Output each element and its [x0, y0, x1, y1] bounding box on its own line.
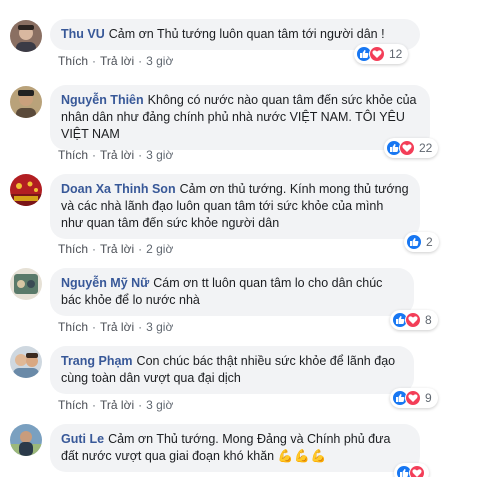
love-reaction-icon: [399, 140, 415, 156]
comment-author[interactable]: Trang Phạm: [61, 354, 133, 368]
comment-actions: Thích · Trả lời · 3 giờ: [58, 398, 174, 412]
like-link[interactable]: Thích: [58, 148, 88, 162]
reply-link[interactable]: Trả lời: [100, 320, 134, 334]
comment-timestamp[interactable]: 3 giờ: [146, 398, 173, 412]
reaction-summary[interactable]: 2: [404, 232, 439, 252]
avatar[interactable]: [10, 346, 42, 378]
comment-author[interactable]: Thu VU: [61, 27, 105, 41]
comment-author[interactable]: Nguyễn Mỹ Nữ: [61, 276, 149, 290]
flexed-biceps-emoji: 💪💪💪: [277, 449, 328, 463]
comment-bubble: Trang Phạm Con chúc bác thật nhiều sức kh…: [50, 346, 414, 394]
love-reaction-icon: [409, 465, 425, 477]
comment-actions: Thích · Trả lời · 3 giờ: [58, 54, 174, 68]
reply-link[interactable]: Trả lời: [100, 398, 134, 412]
avatar[interactable]: [10, 424, 42, 456]
like-link[interactable]: Thích: [58, 54, 88, 68]
like-link[interactable]: Thích: [58, 242, 88, 256]
comment-timestamp[interactable]: 2 giờ: [146, 242, 173, 256]
comment-timestamp[interactable]: 3 giờ: [146, 148, 173, 162]
avatar[interactable]: [10, 174, 42, 206]
love-reaction-icon: [405, 312, 421, 328]
reaction-count: 8: [425, 313, 432, 327]
comment-actions: Thích · Trả lời · 3 giờ: [58, 148, 174, 162]
reaction-count: 9: [425, 391, 432, 405]
reaction-summary[interactable]: [394, 463, 429, 477]
comment-actions: Thích · Trả lời · 3 giờ: [58, 320, 174, 334]
reaction-count: 2: [426, 235, 433, 249]
comment-author[interactable]: Doan Xa Thinh Son: [61, 182, 176, 196]
avatar[interactable]: [10, 86, 42, 118]
comment-text: Cảm ơn Thủ tướng luôn quan tâm tới người…: [108, 27, 385, 41]
avatar[interactable]: [10, 20, 42, 52]
reply-link[interactable]: Trả lời: [100, 148, 134, 162]
reply-link[interactable]: Trả lời: [100, 242, 134, 256]
love-reaction-icon: [405, 390, 421, 406]
avatar[interactable]: [10, 268, 42, 300]
comment-author[interactable]: Guti Le: [61, 432, 104, 446]
love-reaction-icon: [369, 46, 385, 62]
comment-actions: Thích · Trả lời · 2 giờ: [58, 242, 174, 256]
reaction-summary[interactable]: 9: [390, 388, 438, 408]
reaction-summary[interactable]: 22: [384, 138, 439, 158]
reaction-count: 12: [389, 47, 403, 61]
comment-bubble: Nguyễn Thiên Không có nước nào quan tâm đ…: [50, 85, 430, 150]
reaction-summary[interactable]: 8: [390, 310, 438, 330]
comment-bubble: Guti Le Cảm ơn Thủ tướng. Mong Đảng và Ch…: [50, 424, 420, 472]
comment-bubble: Doan Xa Thinh Son Cảm ơn thủ tướng. Kính …: [50, 174, 420, 239]
comment-bubble: Nguyễn Mỹ Nữ Cám ơn tt luôn quan tâm lo c…: [50, 268, 414, 316]
reaction-summary[interactable]: 12: [354, 44, 409, 64]
comment-author[interactable]: Nguyễn Thiên: [61, 93, 144, 107]
reply-link[interactable]: Trả lời: [100, 54, 134, 68]
comment-text: Cảm ơn Thủ tướng. Mong Đảng và Chính phủ…: [61, 432, 391, 463]
reaction-count: 22: [419, 141, 433, 155]
comment-timestamp[interactable]: 3 giờ: [146, 320, 173, 334]
like-link[interactable]: Thích: [58, 320, 88, 334]
comment-timestamp[interactable]: 3 giờ: [146, 54, 173, 68]
like-reaction-icon: [406, 234, 422, 250]
like-link[interactable]: Thích: [58, 398, 88, 412]
